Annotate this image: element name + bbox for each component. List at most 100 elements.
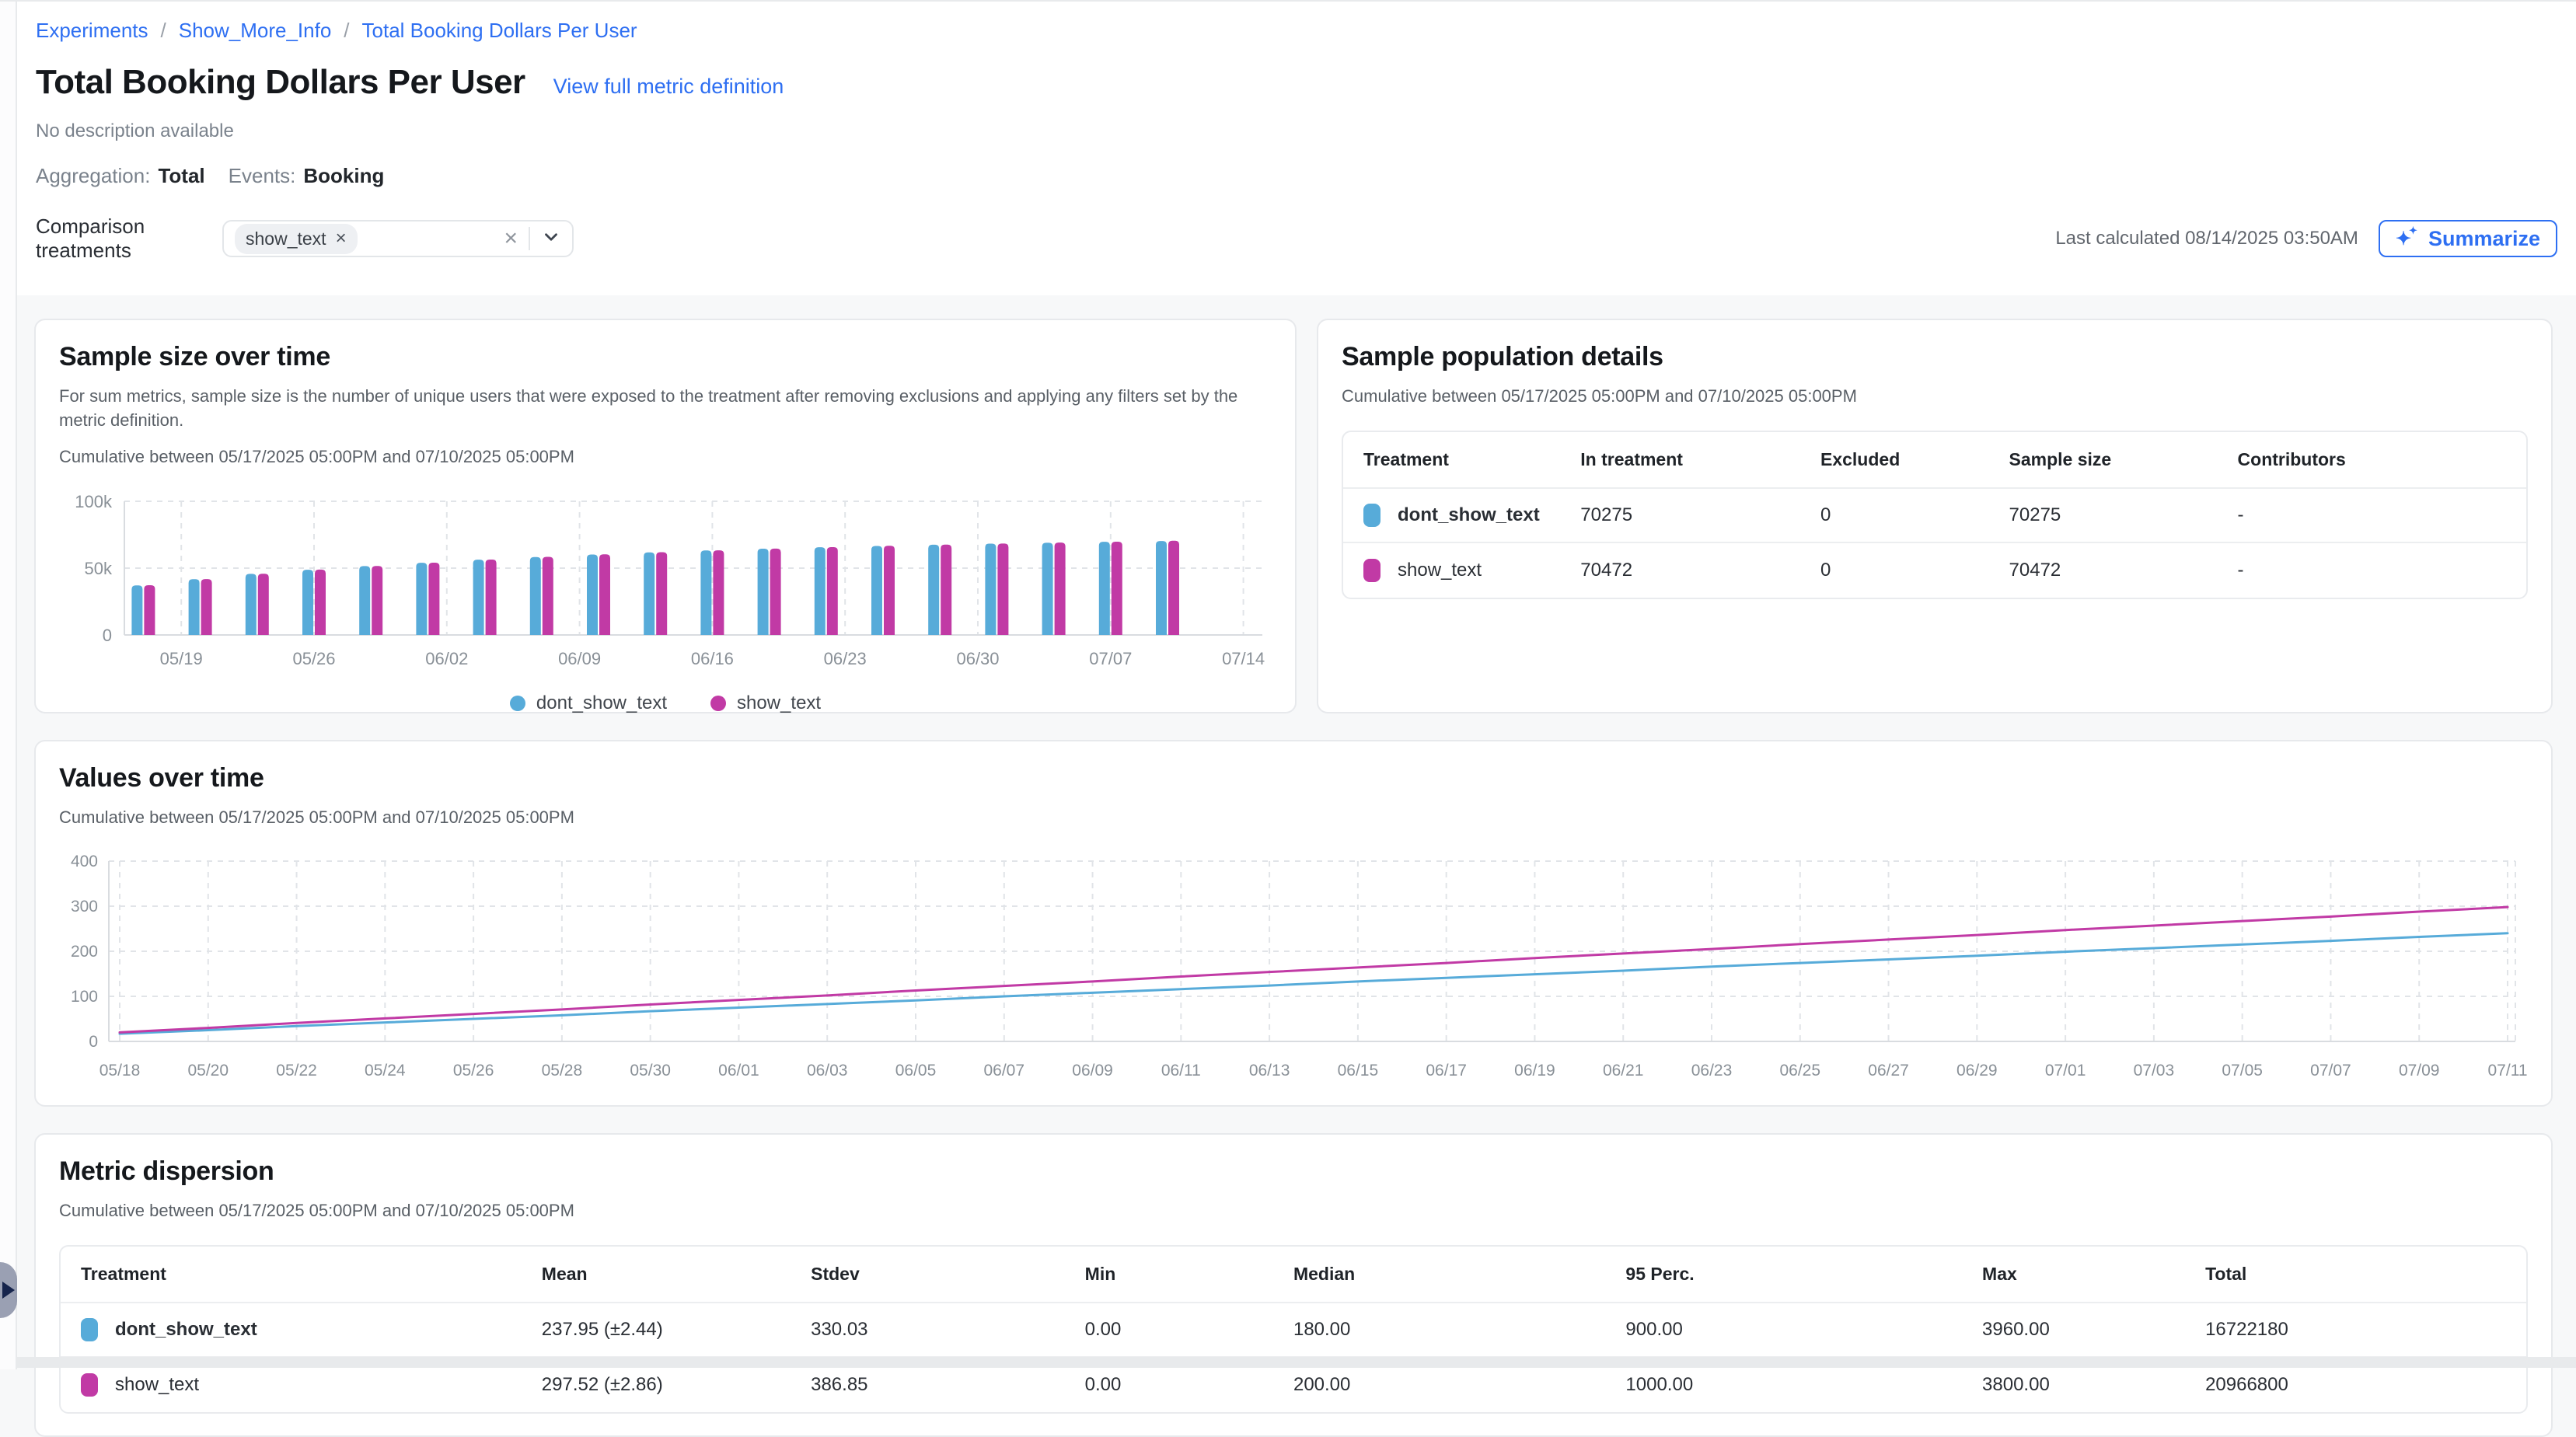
table-row: dont_show_text237.95 (±2.44)330.030.0018…: [61, 1303, 2526, 1358]
view-metric-definition-link[interactable]: View full metric definition: [553, 75, 784, 99]
axis-tick-label: 06/05: [895, 1062, 937, 1079]
table-cell: 20966800: [2205, 1374, 2506, 1396]
axis-tick-label: 100k: [75, 492, 113, 511]
axis-tick-label: 05/30: [630, 1062, 671, 1079]
column-header: 95 Perc.: [1625, 1264, 1982, 1285]
column-header: Treatment: [81, 1264, 542, 1285]
aggregation-value: Total: [158, 164, 204, 188]
breadcrumb-link[interactable]: Experiments: [36, 19, 148, 43]
axis-tick-label: 05/20: [187, 1062, 229, 1079]
dispersion-table: TreatmentMeanStdevMinMedian95 Perc.MaxTo…: [59, 1245, 2528, 1414]
breadcrumb-link[interactable]: Show_More_Info: [179, 19, 332, 43]
axis-tick-label: 50k: [85, 559, 113, 578]
axis-tick-label: 06/17: [1426, 1062, 1467, 1079]
bar: [302, 570, 313, 635]
legend-label: dont_show_text: [536, 692, 667, 714]
bar: [416, 563, 427, 636]
sample-size-bar-chart[interactable]: 05/1905/2606/0206/0906/1606/2306/3007/07…: [59, 483, 1272, 678]
bar: [1168, 541, 1179, 635]
column-header: Contributors: [2238, 449, 2506, 470]
summarize-button[interactable]: ✦✦ Summarize: [2379, 220, 2557, 257]
bar: [543, 557, 553, 635]
treatment-chip[interactable]: show_text ×: [235, 224, 358, 254]
values-cumulative: Cumulative between 05/17/2025 05:00PM an…: [59, 806, 2528, 830]
chip-remove-icon[interactable]: ×: [336, 229, 347, 248]
axis-tick-label: 300: [71, 898, 98, 916]
page-header: Experiments/Show_More_Info/Total Booking…: [0, 2, 2576, 295]
table-header-row: TreatmentIn treatmentExcludedSample size…: [1343, 432, 2526, 489]
sidebar-expand-button[interactable]: [0, 1262, 17, 1318]
axis-tick-label: 07/07: [2310, 1062, 2351, 1079]
column-header: In treatment: [1580, 449, 1820, 470]
table-cell: 180.00: [1293, 1319, 1625, 1341]
sample-size-title: Sample size over time: [59, 342, 1272, 372]
breadcrumb-link[interactable]: Total Booking Dollars Per User: [362, 19, 637, 43]
bar: [144, 585, 155, 635]
bar: [827, 547, 838, 635]
axis-tick-label: 06/13: [1249, 1062, 1290, 1079]
values-line-chart[interactable]: 05/1805/2005/2205/2405/2605/2805/3006/01…: [59, 850, 2528, 1083]
axis-tick-label: 05/22: [276, 1062, 317, 1079]
table-cell: 297.52 (±2.86): [542, 1374, 811, 1396]
comparison-filter-row: Comparison treatments show_text × × Last…: [36, 215, 2557, 263]
clear-selection-icon[interactable]: ×: [504, 227, 518, 250]
sample-size-card: Sample size over time For sum metrics, s…: [34, 319, 1297, 713]
axis-tick-label: 100: [71, 988, 98, 1006]
bar: [985, 544, 996, 635]
sample-size-description: For sum metrics, sample size is the numb…: [59, 385, 1272, 433]
metric-meta-row: Aggregation: Total Events: Booking: [36, 164, 2557, 188]
breadcrumb-separator: /: [161, 19, 166, 43]
bar: [1055, 543, 1066, 636]
axis-tick-label: 05/19: [160, 649, 203, 668]
axis-tick-label: 06/21: [1603, 1062, 1644, 1079]
axis-tick-label: 05/18: [99, 1062, 141, 1079]
chart-legend: dont_show_text show_text: [59, 692, 1272, 714]
treatment-color-swatch: [81, 1373, 98, 1397]
treatment-cell: show_text: [1363, 559, 1580, 582]
treatment-color-swatch: [1363, 504, 1380, 527]
table-cell: 1000.00: [1625, 1374, 1982, 1396]
treatment-cell: show_text: [81, 1373, 542, 1397]
legend-item[interactable]: dont_show_text: [510, 692, 667, 714]
legend-item[interactable]: show_text: [710, 692, 821, 714]
table-cell: 0: [1820, 504, 2009, 526]
treatment-chip-label: show_text: [246, 228, 326, 249]
axis-tick-label: 05/26: [453, 1062, 494, 1079]
table-cell: 237.95 (±2.44): [542, 1319, 811, 1341]
column-header: Total: [2205, 1264, 2506, 1285]
population-table: TreatmentIn treatmentExcludedSample size…: [1342, 431, 2528, 599]
sample-size-cumulative: Cumulative between 05/17/2025 05:00PM an…: [59, 445, 1272, 469]
axis-tick-label: 06/03: [807, 1062, 848, 1079]
axis-tick-label: 06/09: [558, 649, 601, 668]
aggregation-label: Aggregation:: [36, 164, 150, 188]
dispersion-cumulative: Cumulative between 05/17/2025 05:00PM an…: [59, 1199, 2528, 1223]
bar: [884, 546, 895, 636]
table-row: dont_show_text70275070275-: [1343, 489, 2526, 543]
sample-population-card: Sample population details Cumulative bet…: [1317, 319, 2553, 713]
table-cell: 200.00: [1293, 1374, 1625, 1396]
table-cell: 0: [1820, 560, 2009, 581]
last-calculated-text: Last calculated 08/14/2025 03:50AM: [2055, 228, 2358, 249]
column-header: Mean: [542, 1264, 811, 1285]
chevron-down-icon[interactable]: [541, 227, 561, 251]
axis-tick-label: 06/27: [1868, 1062, 1909, 1079]
axis-tick-label: 06/11: [1161, 1062, 1201, 1079]
treatment-color-swatch: [81, 1318, 98, 1341]
bottom-scroll-track[interactable]: [0, 1357, 2576, 1368]
bar: [1042, 543, 1053, 636]
treatment-color-swatch: [1363, 559, 1380, 582]
axis-tick-label: 0: [103, 626, 112, 645]
metric-description: No description available: [36, 120, 2557, 142]
chevron-right-icon: [2, 1282, 15, 1299]
table-cell: 70472: [2009, 560, 2238, 581]
comparison-treatments-select[interactable]: show_text × ×: [222, 220, 574, 257]
table-cell: 70275: [1580, 504, 1820, 526]
title-row: Total Booking Dollars Per User View full…: [36, 63, 2557, 102]
axis-tick-label: 06/25: [1779, 1062, 1820, 1079]
table-cell: 900.00: [1625, 1319, 1982, 1341]
treatment-cell: dont_show_text: [81, 1318, 542, 1341]
axis-tick-label: 07/03: [2134, 1062, 2175, 1079]
metric-dispersion-card: Metric dispersion Cumulative between 05/…: [34, 1133, 2553, 1437]
legend-label: show_text: [737, 692, 821, 714]
column-header: Min: [1085, 1264, 1293, 1285]
